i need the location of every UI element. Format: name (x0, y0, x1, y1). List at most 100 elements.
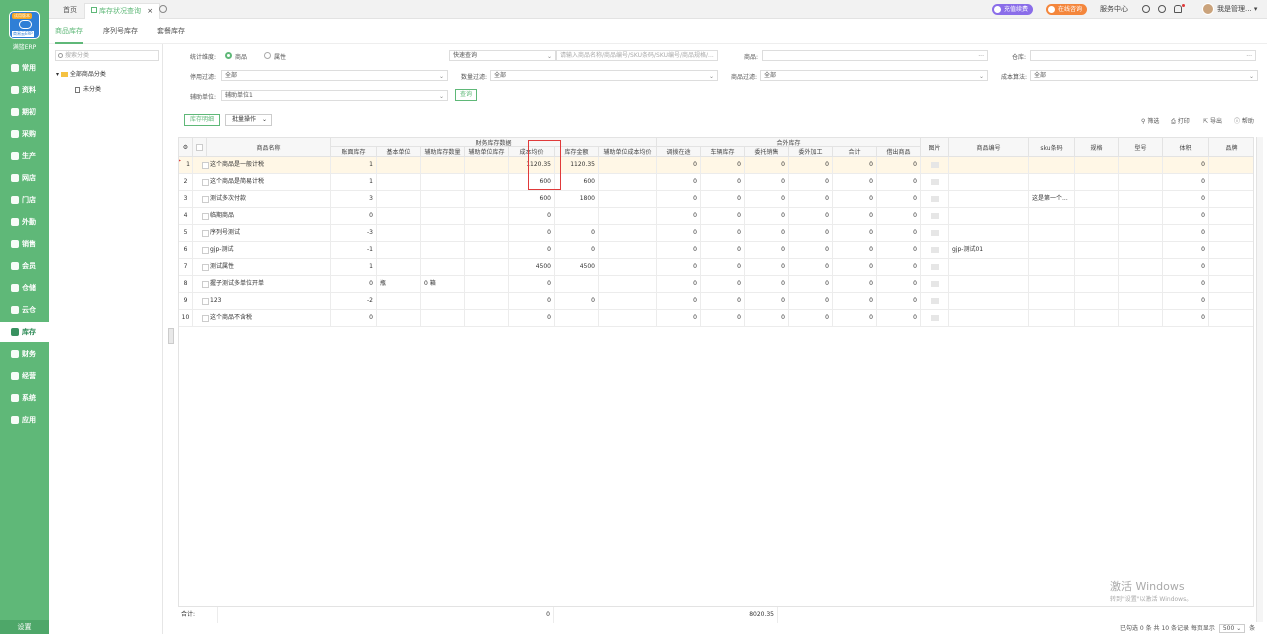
cell-process: 0 (789, 293, 833, 310)
renew-button[interactable]: 充值续费 (992, 4, 1034, 15)
header-consign: 委托销售 (745, 147, 789, 157)
sidebar-item-5[interactable]: 网店 (0, 168, 49, 188)
sidebar-item-3[interactable]: 采购 (0, 124, 49, 144)
goods-filter-label: 商品过滤: (731, 74, 758, 81)
service-center-link[interactable]: 服务中心 (1100, 4, 1128, 14)
cell-aux_qty (421, 191, 465, 208)
cell-aux_qty (421, 259, 465, 276)
bell-icon[interactable] (1174, 5, 1182, 13)
cell-amount (555, 310, 599, 327)
row-marker-icon: ▸ (178, 157, 182, 164)
cell-unit (377, 157, 421, 174)
cell-avg: 0 (509, 242, 555, 259)
export-tool[interactable]: ⇱ 导出 (1203, 116, 1222, 125)
help-tool[interactable]: ⓘ 帮助 (1234, 116, 1254, 125)
subtab-serial-stock[interactable]: 序列号库存 (103, 26, 138, 42)
goods-filter-select[interactable]: 全部 ⌄ (760, 70, 988, 81)
query-input[interactable]: 请输入商品名称/商品编号/SKU条码/SKU编号/商品规格/... (556, 50, 718, 61)
image-placeholder-icon (931, 264, 939, 270)
cell-volume: 0 (1163, 259, 1209, 276)
dimension-attr-radio[interactable] (264, 52, 271, 59)
tab-home[interactable]: 首页 (57, 3, 83, 19)
avatar[interactable] (1202, 3, 1214, 15)
sidebar-item-14[interactable]: 经营 (0, 366, 49, 386)
vertical-scrollbar[interactable] (1256, 137, 1263, 622)
close-icon[interactable]: × (147, 7, 153, 15)
sidebar-item-4[interactable]: 生产 (0, 146, 49, 166)
sidebar-item-label: 库存 (22, 328, 36, 336)
tree-root[interactable]: ▾ 全部商品分类 (56, 69, 106, 78)
table-row[interactable]: 8 握子测试多单位开单 0 瓶 0 箱00000000 (179, 276, 1253, 293)
cell-code (949, 208, 1029, 225)
user-menu[interactable]: 我是管理... ▾ (1217, 4, 1257, 14)
sidebar-item-12[interactable]: 库存 (0, 322, 49, 342)
dimension-attr-label: 属性 (274, 54, 287, 61)
tab-stock-query[interactable]: 库存状况查询 × (84, 3, 161, 19)
table-row[interactable]: 9 123 -2 0 0 0 0 0 0 0 0 0 (179, 293, 1253, 310)
cell-total: 0 (833, 157, 877, 174)
print-tool[interactable]: ⎙ 打印 (1171, 116, 1190, 126)
table-row[interactable]: 5 序列号测试 -3 0 0 0 0 0 0 0 0 0 (179, 225, 1253, 242)
sidebar-item-10[interactable]: 仓储 (0, 278, 49, 298)
table-row[interactable]: 3 测试多次付款 3 600 1800 0 0 0 0 0 0 这是第一个... 0 (179, 191, 1253, 208)
sidebar-item-9[interactable]: 会员 (0, 256, 49, 276)
sidebar-item-8[interactable]: 销售 (0, 234, 49, 254)
sidebar-item-label: 财务 (22, 350, 36, 358)
sidebar-item-1[interactable]: 资料 (0, 80, 49, 100)
sidebar-item-0[interactable]: 常用 (0, 58, 49, 78)
panel-splitter[interactable] (168, 328, 174, 344)
disable-filter-select[interactable]: 全部 ⌄ (221, 70, 448, 81)
app-logo[interactable]: 试用版本 商易云ERP (9, 11, 40, 39)
consult-button[interactable]: 在线咨询 (1046, 4, 1088, 15)
batch-operation-button[interactable]: 批量操作 ⌄ (225, 114, 272, 126)
gear-icon[interactable] (159, 5, 167, 13)
query-button[interactable]: 查询 (455, 89, 477, 101)
cell-image (921, 259, 949, 276)
dimension-goods-radio[interactable] (225, 52, 232, 59)
settings-button[interactable]: 设置 (0, 620, 49, 634)
table-row[interactable]: 7 测试属性 1 4500 4500 0 0 0 0 0 0 0 (179, 259, 1253, 276)
cloud-sync-icon[interactable] (1142, 5, 1150, 13)
sidebar-item-16[interactable]: 应用 (0, 410, 49, 430)
row-index: 10 (179, 310, 193, 327)
subtab-package-stock[interactable]: 套餐库存 (157, 26, 185, 42)
cell-vehicle: 0 (701, 242, 745, 259)
table-row[interactable]: 10 这个商品不含税 0 0 0 0 0 0 0 0 0 (179, 310, 1253, 327)
cell-transit: 0 (657, 276, 701, 293)
sidebar-item-2[interactable]: 期初 (0, 102, 49, 122)
sidebar-item-13[interactable]: 财务 (0, 344, 49, 364)
category-search-placeholder: 搜索分类 (65, 52, 90, 59)
export-tool-label: 导出 (1209, 118, 1222, 125)
cell-code (949, 276, 1029, 293)
page-size-select[interactable]: 500 ⌄ (1218, 624, 1246, 633)
warehouse-input[interactable]: ··· (1030, 50, 1256, 61)
subtab-goods-stock[interactable]: 商品库存 (55, 26, 83, 44)
select-all-checkbox[interactable] (196, 143, 203, 151)
table-row[interactable]: 4 临期商品 0 0 0 0 0 0 0 0 0 (179, 208, 1253, 225)
cell-consign: 0 (745, 293, 789, 310)
cell-lend: 0 (877, 225, 921, 242)
sidebar-item-11[interactable]: 云仓 (0, 300, 49, 320)
goods-input[interactable]: ··· (762, 50, 988, 61)
pager-text: 已勾选 0 条 共 10 条记录 每页显示 (1120, 625, 1215, 632)
cell-transit: 0 (657, 242, 701, 259)
qty-filter-select[interactable]: 全部 ⌄ (490, 70, 718, 81)
filter-tool[interactable]: ⚲ 筛选 (1141, 116, 1159, 125)
aux-unit-select[interactable]: 辅助单位1 ⌄ (221, 90, 448, 101)
cell-transit: 0 (657, 310, 701, 327)
chevron-down-icon: ⌄ (546, 53, 552, 60)
table-row[interactable]: 1 ▸ 这个商品是一般计税 1 1120.35 1120.35 0 0 0 0 0 0 0 (178, 157, 1253, 174)
header-chk[interactable] (193, 138, 207, 157)
sidebar-item-6[interactable]: 门店 (0, 190, 49, 210)
table-row[interactable]: 6 gjp-测试 -1 0 0 0 0 0 0 0 0 gjp-测试01 0 (179, 242, 1253, 259)
sidebar-item-15[interactable]: 系统 (0, 388, 49, 408)
cost-method-select[interactable]: 全部 ⌄ (1030, 70, 1258, 81)
stock-detail-button[interactable]: 库存明细 (184, 114, 220, 126)
search-icon[interactable] (1158, 5, 1166, 13)
table-row[interactable]: 2 这个商品是简易计税 1 600 600 0 0 0 0 0 0 0 (179, 174, 1253, 191)
sidebar-item-7[interactable]: 外勤 (0, 212, 49, 232)
quick-query-select[interactable]: 快速查询 ⌄ (449, 50, 556, 61)
category-search-input[interactable]: 搜索分类 (55, 50, 159, 61)
tree-child[interactable]: 未分类 (75, 84, 101, 93)
column-settings-icon[interactable]: ⚙ (179, 138, 193, 157)
